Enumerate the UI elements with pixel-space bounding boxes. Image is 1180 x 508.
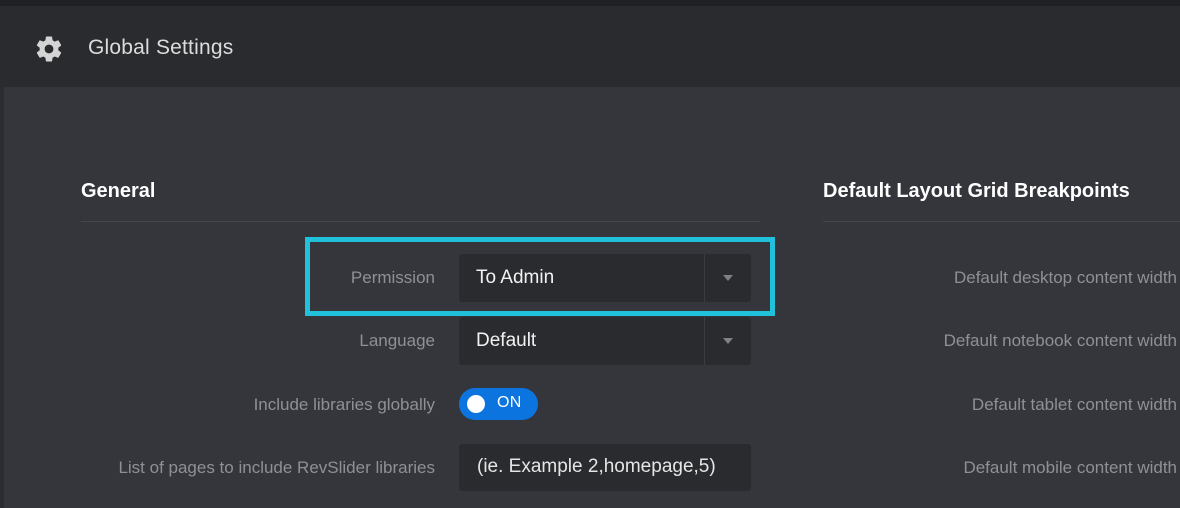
language-select[interactable]: Default xyxy=(459,317,751,365)
section-title-breakpoints: Default Layout Grid Breakpoints xyxy=(823,180,1130,202)
notebook-width-label: Default notebook content width xyxy=(943,331,1177,350)
toggle-state-text: ON xyxy=(497,394,522,411)
include-pages-input-value: (ie. Example 2,homepage,5) xyxy=(477,456,716,477)
include-pages-input[interactable]: (ie. Example 2,homepage,5) xyxy=(459,444,751,491)
global-settings-window: Global Settings General Default Layout G… xyxy=(0,0,1180,508)
select-divider xyxy=(704,317,705,365)
settings-header: Global Settings xyxy=(0,0,1180,87)
desktop-width-label: Default desktop content width xyxy=(953,268,1177,287)
language-select-value: Default xyxy=(476,330,537,351)
page-title: Global Settings xyxy=(88,36,234,59)
divider-general xyxy=(81,221,760,222)
tablet-width-label: Default tablet content width xyxy=(971,395,1177,414)
permission-highlight xyxy=(305,237,775,316)
include-pages-label: List of pages to include RevSlider libra… xyxy=(118,458,435,477)
divider-breakpoints xyxy=(823,221,1180,222)
include-libraries-toggle[interactable]: ON xyxy=(459,388,538,420)
gear-icon xyxy=(36,36,62,62)
include-libraries-label: Include libraries globally xyxy=(253,395,435,414)
section-title-general: General xyxy=(81,180,156,202)
language-label: Language xyxy=(359,331,435,350)
chevron-down-icon[interactable] xyxy=(722,336,734,346)
mobile-width-label: Default mobile content width xyxy=(963,458,1177,477)
toggle-knob xyxy=(467,395,485,413)
